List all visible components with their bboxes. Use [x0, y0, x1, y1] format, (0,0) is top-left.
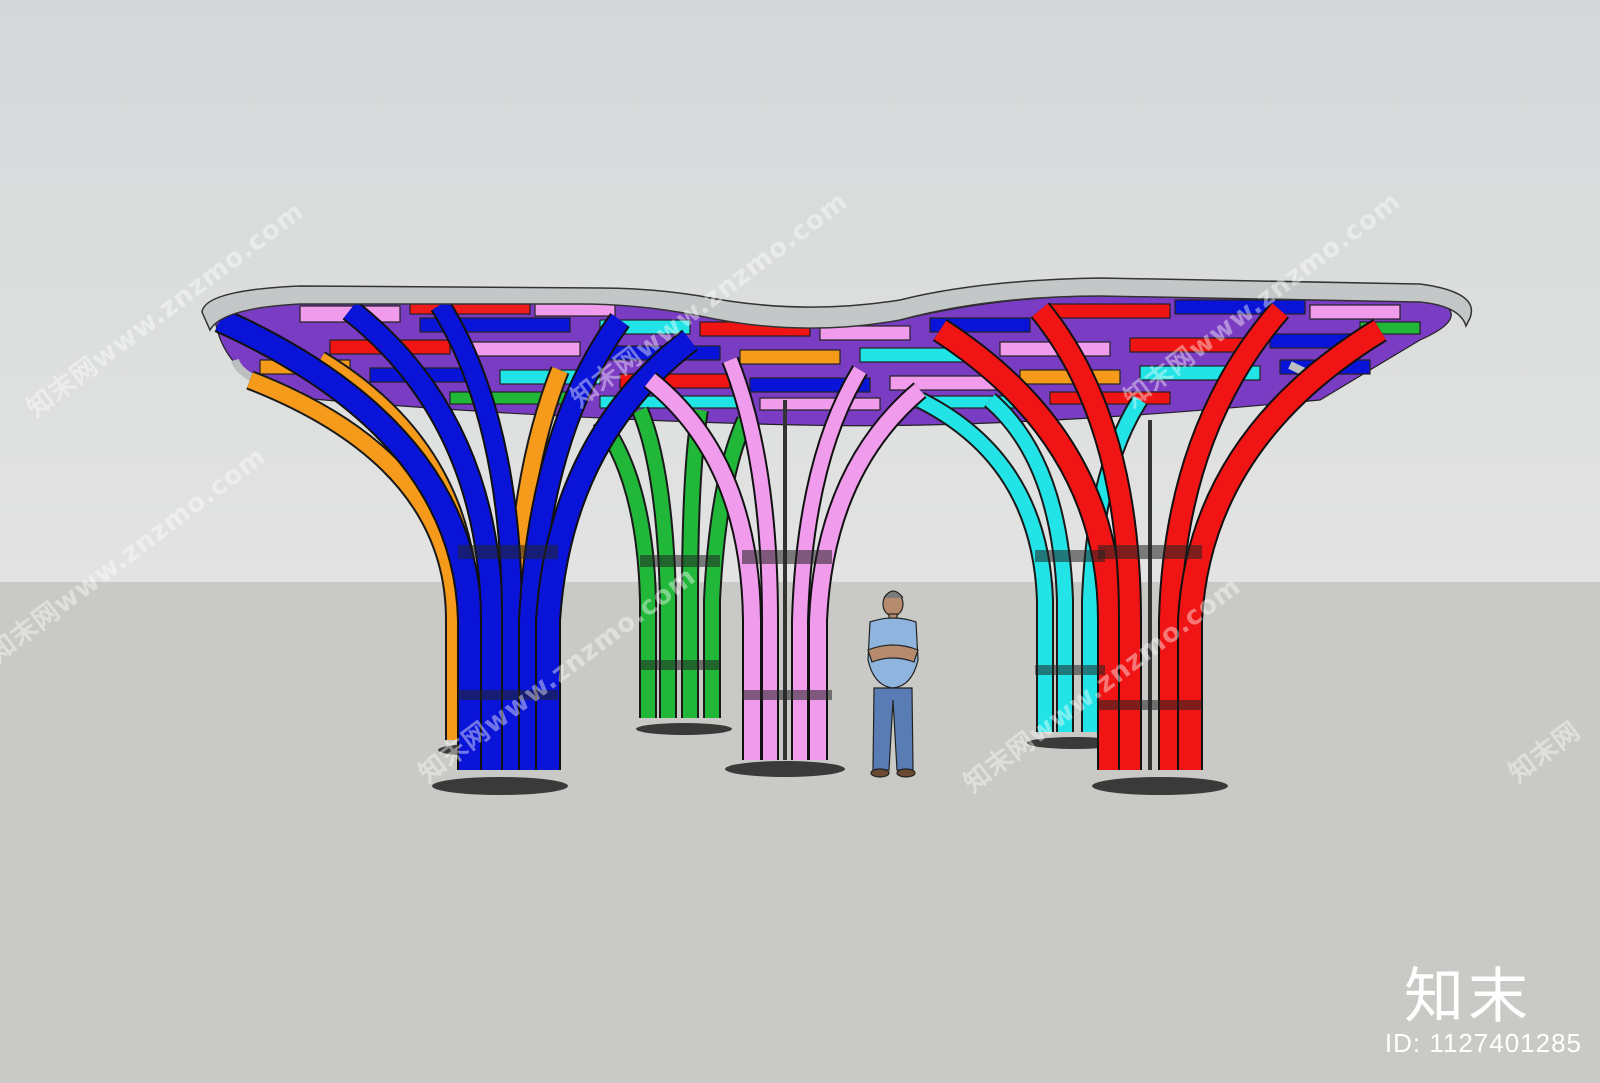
base-red	[1092, 777, 1228, 795]
pavilion-model	[201, 277, 1473, 795]
human-figure	[867, 590, 919, 778]
base-blue	[432, 777, 568, 795]
base-pink	[725, 761, 845, 777]
image-id-label: ID: 1127401285	[1384, 1028, 1582, 1058]
base-green	[636, 723, 732, 735]
scene: 知末网www.znzmo.com 知末网www.znzmo.com 知末网www…	[0, 0, 1600, 1083]
brand-logo: 知末	[1404, 962, 1532, 1032]
